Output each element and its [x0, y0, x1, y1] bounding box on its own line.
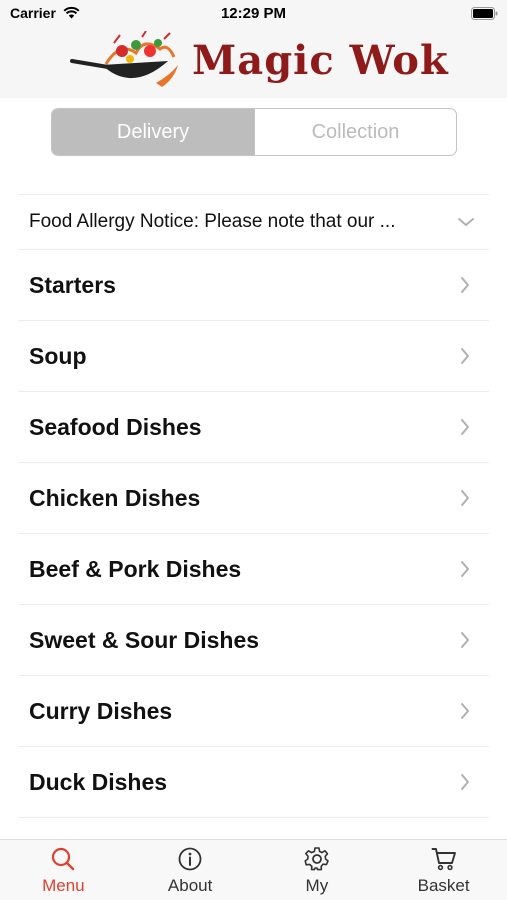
logo-header: Magic Wok: [0, 28, 507, 98]
list-divider: [19, 817, 489, 818]
tab-my[interactable]: My: [254, 840, 381, 900]
chevron-right-icon: [461, 561, 469, 577]
wok-logo-icon: [70, 31, 178, 87]
search-icon: [52, 847, 75, 871]
tab-basket[interactable]: Basket: [380, 840, 507, 900]
bottom-tab-bar: Menu About My Basket: [0, 839, 507, 900]
category-label: Duck Dishes: [29, 768, 168, 795]
category-row-duck[interactable]: Duck Dishes: [19, 746, 489, 817]
tab-label: Basket: [417, 876, 470, 895]
allergy-notice-text: Food Allergy Notice: Please note that ou…: [29, 211, 396, 232]
tab-label: Menu: [42, 876, 85, 895]
cart-icon: [431, 848, 456, 871]
battery-icon: [471, 7, 498, 20]
chevron-right-icon: [461, 419, 469, 435]
category-label: Sweet & Sour Dishes: [29, 626, 260, 653]
allergy-notice-row[interactable]: Food Allergy Notice: Please note that ou…: [19, 195, 489, 249]
category-row-beef-pork[interactable]: Beef & Pork Dishes: [19, 533, 489, 604]
chevron-right-icon: [461, 703, 469, 719]
tab-menu[interactable]: Menu: [0, 840, 127, 900]
category-label: Seafood Dishes: [29, 413, 202, 440]
clock: 12:29 PM: [220, 5, 287, 22]
category-label: Beef & Pork Dishes: [29, 555, 242, 582]
category-label: Soup: [29, 342, 87, 369]
chevron-right-icon: [461, 632, 469, 648]
tab-label: My: [305, 876, 329, 895]
gear-icon: [304, 847, 329, 871]
category-row-chicken[interactable]: Chicken Dishes: [19, 462, 489, 533]
delivery-segment[interactable]: Delivery: [52, 109, 254, 155]
brand-logo-text: Magic Wok: [192, 37, 449, 84]
status-bar: Carrier 12:29 PM: [0, 0, 507, 28]
category-row-seafood[interactable]: Seafood Dishes: [19, 391, 489, 462]
menu-category-list: Food Allergy Notice: Please note that ou…: [19, 194, 489, 818]
category-label: Curry Dishes: [29, 697, 173, 724]
chevron-right-icon: [461, 490, 469, 506]
tab-label: About: [167, 876, 213, 895]
chevron-right-icon: [461, 774, 469, 790]
category-row-curry[interactable]: Curry Dishes: [19, 675, 489, 746]
category-label: Starters: [29, 271, 116, 298]
category-label: Chicken Dishes: [29, 484, 201, 511]
category-row-starters[interactable]: Starters: [19, 249, 489, 320]
info-icon: [178, 847, 202, 871]
collection-segment[interactable]: Collection: [254, 109, 456, 155]
chevron-down-icon: [458, 218, 474, 226]
chevron-right-icon: [461, 348, 469, 364]
chevron-right-icon: [461, 277, 469, 293]
tab-about[interactable]: About: [127, 840, 254, 900]
category-row-sweet-sour[interactable]: Sweet & Sour Dishes: [19, 604, 489, 675]
order-type-segmented-control: Delivery Collection: [51, 108, 457, 156]
category-row-soup[interactable]: Soup: [19, 320, 489, 391]
